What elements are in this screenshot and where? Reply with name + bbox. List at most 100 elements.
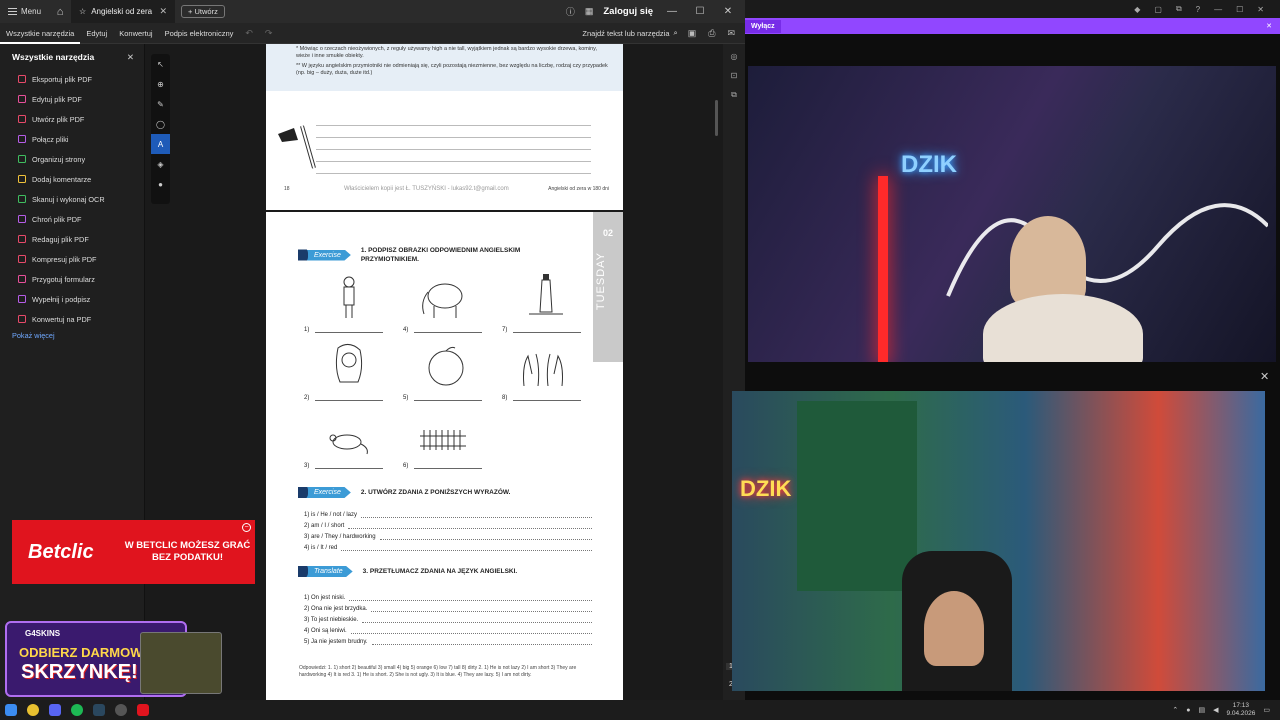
obs-icon[interactable] (110, 700, 132, 720)
sidebar-tool-item[interactable]: Redaguj plik PDF (0, 229, 144, 249)
extension-icon[interactable]: ◆ (1134, 5, 1140, 14)
sidebar-tool-item[interactable]: Dodaj komentarze (0, 169, 144, 189)
print-icon[interactable]: ⎙ (708, 28, 715, 39)
maximize-icon[interactable]: ☐ (691, 6, 709, 17)
pdf-page-18: * Mówiąc o rzeczach nieożywionych, z reg… (266, 44, 623, 210)
restore-icon[interactable]: ▢ (1154, 5, 1162, 14)
acrobat-icon[interactable] (132, 700, 154, 720)
betclic-logo: Betclic (28, 540, 94, 563)
chrome-icon[interactable] (22, 700, 44, 720)
disable-button[interactable]: Wyłącz (745, 19, 781, 33)
sidebar-tool-item[interactable]: Skanuj i wykonaj OCR (0, 189, 144, 209)
answer-number: 5) (403, 395, 409, 401)
chevron-up-icon[interactable]: ⌃ (1172, 706, 1178, 714)
tool-label: Wypełnij i podpisz (32, 294, 91, 304)
popout-icon[interactable]: ⧉ (1176, 4, 1182, 14)
tab-convert[interactable]: Konwertuj (113, 23, 158, 44)
exercise-badge: Exercise (298, 249, 351, 261)
zoom-icon[interactable]: ⊕ (151, 74, 170, 94)
betclic-ad[interactable]: Betclic W BETCLIC MOŻESZ GRAĆ BEZ PODATK… (12, 520, 255, 584)
start-icon[interactable] (0, 700, 22, 720)
tool-search[interactable]: Znajdź tekst lub narzędzia ⌕ (582, 28, 687, 38)
sentence-prompt: 4) is / It / red (304, 545, 338, 551)
select-icon[interactable]: ↖ (151, 54, 170, 74)
sidebar-tool-item[interactable]: Przygotuj formularz (0, 269, 144, 289)
main-toolbar: Wszystkie narzędzia Edytuj Konwertuj Pod… (0, 23, 745, 44)
network-icon[interactable]: ▤ (1198, 706, 1205, 714)
exercise-number: 1. (360, 247, 367, 254)
new-tab-button[interactable]: + Utwórz (181, 5, 225, 18)
answer-line (513, 327, 582, 333)
short-man-picture (343, 276, 355, 318)
fill-icon[interactable]: ◈ (151, 154, 170, 174)
undo-icon[interactable]: ↶ (239, 28, 259, 39)
ad-close-icon[interactable]: − (242, 523, 251, 532)
apps-grid-icon[interactable]: ▦ (585, 6, 594, 17)
tab-edit[interactable]: Edytuj (80, 23, 113, 44)
home-icon[interactable]: ⌂ (49, 6, 71, 18)
volume-icon[interactable]: ◀ (1213, 706, 1218, 714)
answer-number: 6) (403, 463, 409, 469)
sidebar-tool-item[interactable]: Połącz pliki (0, 129, 144, 149)
text-select-icon[interactable]: A (151, 134, 170, 154)
steam-icon[interactable] (88, 700, 110, 720)
orange-picture (428, 346, 464, 386)
minimize-icon[interactable]: — (663, 6, 681, 17)
maximize-icon[interactable]: ☐ (1236, 5, 1243, 14)
notifications-icon[interactable]: ▭ (1263, 706, 1270, 714)
close-window-icon[interactable]: ✕ (719, 6, 737, 17)
sidebar-title: Wszystkie narzędzia (12, 52, 95, 62)
star-icon[interactable]: ☆ (79, 7, 86, 16)
exercise-title: PRZETŁUMACZ ZDANIA NA JĘZYK ANGIELSKI. (369, 568, 518, 575)
help-icon[interactable]: ⓘ (566, 5, 575, 18)
clock[interactable]: 17:13 9.04.2026 (1226, 702, 1255, 718)
second-person-face (924, 591, 984, 666)
bookmark-icon[interactable]: ⊡ (731, 71, 738, 80)
pages-icon[interactable]: ⧉ (731, 90, 737, 100)
sentence-prompt: 3) are / They / hardworking (304, 534, 376, 540)
close-cam-icon[interactable]: ✕ (1260, 370, 1269, 383)
comment-icon[interactable]: ◎ (731, 52, 738, 61)
sidebar-tool-item[interactable]: Kompresuj plik PDF (0, 249, 144, 269)
sidebar-tool-item[interactable]: Utwórz plik PDF (0, 109, 144, 129)
show-more-link[interactable]: Pokaż więcej (0, 331, 144, 340)
close-banner-icon[interactable]: ✕ (1266, 22, 1272, 30)
tool-icon (18, 295, 26, 303)
answer-line (315, 327, 384, 333)
sidebar-tool-item[interactable]: Edytuj plik PDF (0, 89, 144, 109)
sidebar-tool-item[interactable]: Chroń plik PDF (0, 209, 144, 229)
mail-icon[interactable]: ✉ (727, 28, 735, 39)
redo-icon[interactable]: ↷ (259, 28, 279, 39)
lasso-icon[interactable]: ◯ (151, 114, 170, 134)
color-dot-icon[interactable]: ● (151, 174, 170, 194)
vertical-scrollbar[interactable] (715, 100, 718, 136)
sidebar-tool-item[interactable]: Wypełnij i podpisz (0, 289, 144, 309)
mic-icon[interactable]: ● (1186, 707, 1190, 714)
sign-in-button[interactable]: Zaloguj się (603, 6, 653, 17)
close-sidebar-icon[interactable]: ✕ (127, 52, 134, 63)
tool-icon (18, 235, 26, 243)
tab-e-signature[interactable]: Podpis elektroniczny (159, 23, 240, 44)
spotify-icon[interactable] (66, 700, 88, 720)
close-icon[interactable]: ✕ (1257, 5, 1264, 14)
document-tab[interactable]: ☆ Angielski od zera w ... ✕ (71, 0, 176, 23)
tool-icon (18, 315, 26, 323)
save-icon[interactable]: ▣ (688, 28, 697, 39)
tool-icon (18, 215, 26, 223)
help-icon[interactable]: ? (1196, 5, 1200, 14)
tool-icon (18, 195, 26, 203)
pen-icon[interactable]: ✎ (151, 94, 170, 114)
sidebar-tool-item[interactable]: Konwertuj na PDF (0, 309, 144, 329)
answer-line (414, 327, 483, 333)
close-tab-icon[interactable]: ✕ (159, 6, 167, 17)
tool-label: Połącz pliki (32, 134, 69, 144)
pencil-illustration (278, 125, 316, 169)
discord-icon[interactable] (44, 700, 66, 720)
tab-all-tools[interactable]: Wszystkie narzędzia (0, 23, 81, 44)
menu-button[interactable]: Menu (0, 0, 49, 23)
tool-label: Redaguj plik PDF (32, 234, 89, 244)
answer-number: 8) (502, 395, 508, 401)
sidebar-tool-item[interactable]: Organizuj strony (0, 149, 144, 169)
minimize-icon[interactable]: — (1214, 5, 1222, 14)
sidebar-tool-item[interactable]: Eksportuj plik PDF (0, 69, 144, 89)
